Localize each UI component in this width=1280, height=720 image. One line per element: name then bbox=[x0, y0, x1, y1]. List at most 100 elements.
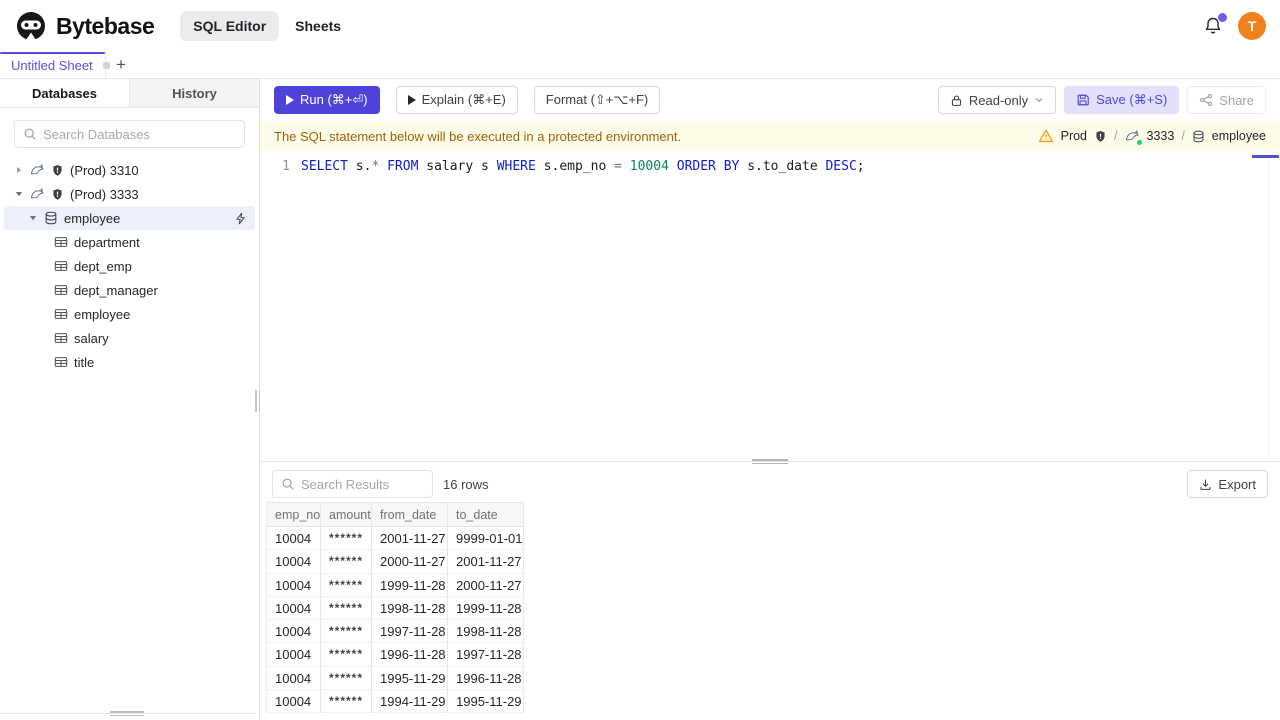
search-icon bbox=[281, 477, 295, 491]
save-button-label: Save (⌘+S) bbox=[1096, 92, 1168, 107]
table-label: title bbox=[74, 354, 95, 370]
table-row[interactable]: 10004 ****** 2001-11-27 9999-01-01 bbox=[267, 527, 524, 551]
caret-right-icon bbox=[14, 165, 24, 175]
readonly-mode-dropdown[interactable]: Read-only bbox=[937, 86, 1057, 114]
column-header: amount bbox=[321, 502, 372, 527]
table-label: department bbox=[74, 234, 140, 250]
table-label: salary bbox=[74, 330, 109, 346]
share-icon bbox=[1199, 93, 1213, 107]
sidebar: Databases History Search Databases (Prod… bbox=[0, 79, 260, 720]
cell-amount: ****** bbox=[321, 620, 372, 644]
play-icon bbox=[286, 95, 294, 105]
mysql-icon bbox=[30, 163, 45, 178]
cell-to-date: 1996-11-28 bbox=[448, 666, 524, 691]
cell-emp-no: 10004 bbox=[267, 643, 321, 667]
table-item-salary[interactable]: salary bbox=[4, 326, 255, 350]
instance-prod-3310[interactable]: (Prod) 3310 bbox=[4, 158, 255, 182]
sql-token: WHERE bbox=[496, 159, 536, 174]
tab-history[interactable]: History bbox=[130, 79, 259, 107]
table-row[interactable]: 10004 ****** 1996-11-28 1997-11-28 bbox=[267, 643, 524, 667]
table-row[interactable]: 10004 ****** 1998-11-28 1999-11-28 bbox=[267, 596, 524, 621]
cell-from-date: 1996-11-28 bbox=[372, 643, 448, 667]
editor-scrollbar[interactable] bbox=[1268, 151, 1280, 457]
sql-token: BY bbox=[723, 159, 740, 174]
table-icon bbox=[54, 235, 68, 249]
table-row[interactable]: 10004 ****** 1995-11-29 1996-11-28 bbox=[267, 666, 524, 691]
caret-down-icon bbox=[28, 213, 38, 223]
top-nav: SQL Editor Sheets bbox=[180, 11, 341, 41]
sql-token: DESC bbox=[825, 159, 857, 174]
table-item-department[interactable]: department bbox=[4, 230, 255, 254]
cell-from-date: 1997-11-28 bbox=[372, 620, 448, 644]
results-resize-handle[interactable] bbox=[260, 457, 1280, 466]
search-results-input[interactable] bbox=[301, 476, 424, 492]
editor-toolbar: Run (⌘+⏎) Explain (⌘+E) Format (⇧+⌥+F) R… bbox=[260, 79, 1280, 121]
column-header: from_date bbox=[372, 502, 448, 527]
table-label: dept_manager bbox=[74, 282, 158, 298]
table-row[interactable]: 10004 ****** 1999-11-28 2000-11-27 bbox=[267, 573, 524, 597]
format-button[interactable]: Format (⇧+⌥+F) bbox=[533, 86, 661, 114]
readonly-label: Read-only bbox=[968, 92, 1029, 108]
export-button[interactable]: Export bbox=[1187, 470, 1268, 498]
sql-token: salary s bbox=[418, 159, 497, 174]
new-sheet-button[interactable]: + bbox=[106, 52, 136, 78]
database-icon bbox=[44, 211, 58, 225]
nav-sheets[interactable]: Sheets bbox=[295, 18, 341, 34]
sidebar-tabs: Databases History bbox=[0, 79, 259, 108]
mysql-icon bbox=[30, 187, 45, 202]
line-number: 1 bbox=[282, 159, 290, 174]
instance-prod-3333[interactable]: (Prod) 3333 bbox=[4, 182, 255, 206]
shield-icon bbox=[51, 188, 64, 201]
tab-dirty-close-indicator[interactable] bbox=[102, 61, 110, 69]
table-item-dept-manager[interactable]: dept_manager bbox=[4, 278, 255, 302]
notification-dot bbox=[1218, 13, 1227, 22]
database-label[interactable]: employee bbox=[1212, 129, 1266, 143]
sql-token: = bbox=[614, 159, 622, 174]
cell-emp-no: 10004 bbox=[267, 573, 321, 597]
top-right-actions: T bbox=[1202, 12, 1266, 40]
table-item-title[interactable]: title bbox=[4, 350, 255, 374]
tab-untitled-sheet[interactable]: Untitled Sheet bbox=[0, 52, 110, 78]
share-button[interactable]: Share bbox=[1187, 86, 1266, 114]
sql-token: FROM bbox=[387, 159, 419, 174]
sql-token: ORDER bbox=[676, 159, 716, 174]
protected-environment-banner: The SQL statement below will be executed… bbox=[260, 121, 1280, 151]
table-icon bbox=[54, 355, 68, 369]
nav-sql-editor[interactable]: SQL Editor bbox=[180, 11, 280, 41]
database-tree: (Prod) 3310 (Prod) 3333 employee departm… bbox=[0, 156, 259, 376]
notification-bell-button[interactable] bbox=[1202, 13, 1227, 37]
sidebar-bottom-resize-handle[interactable] bbox=[110, 711, 144, 716]
cell-to-date: 1997-11-28 bbox=[448, 643, 524, 667]
environment-label[interactable]: Prod bbox=[1061, 129, 1087, 143]
cell-emp-no: 10004 bbox=[267, 596, 321, 621]
search-databases-input[interactable] bbox=[43, 126, 236, 142]
avatar[interactable]: T bbox=[1238, 12, 1266, 40]
table-row[interactable]: 10004 ****** 2000-11-27 2001-11-27 bbox=[267, 550, 524, 574]
results-search bbox=[272, 470, 433, 498]
sql-token: s.to_date bbox=[739, 159, 826, 174]
cell-amount: ****** bbox=[321, 573, 372, 597]
instance-label[interactable]: 3333 bbox=[1147, 129, 1175, 143]
table-row[interactable]: 10004 ****** 1994-11-29 1995-11-29 bbox=[267, 690, 524, 714]
explain-button[interactable]: Explain (⌘+E) bbox=[395, 86, 518, 114]
cell-amount: ****** bbox=[321, 527, 372, 551]
bytebase-logo[interactable]: Bytebase bbox=[14, 9, 155, 43]
run-button[interactable]: Run (⌘+⏎) bbox=[274, 86, 380, 114]
cell-from-date: 1994-11-29 bbox=[372, 690, 448, 714]
tab-databases[interactable]: Databases bbox=[0, 79, 130, 107]
table-row[interactable]: 10004 ****** 1997-11-28 1998-11-28 bbox=[267, 620, 524, 644]
cell-from-date: 1998-11-28 bbox=[372, 596, 448, 621]
database-employee[interactable]: employee bbox=[4, 206, 255, 230]
chevron-down-icon bbox=[1034, 95, 1044, 105]
connected-bolt-icon bbox=[234, 212, 247, 225]
save-button[interactable]: Save (⌘+S) bbox=[1064, 86, 1180, 114]
table-item-dept-emp[interactable]: dept_emp bbox=[4, 254, 255, 278]
sql-editor-area[interactable]: 1 SELECT s.* FROM salary s WHERE s.emp_n… bbox=[260, 151, 1280, 457]
cell-amount: ****** bbox=[321, 550, 372, 574]
download-icon bbox=[1199, 478, 1212, 491]
sidebar-resize-handle[interactable] bbox=[254, 390, 261, 412]
table-item-employee[interactable]: employee bbox=[4, 302, 255, 326]
mysql-icon bbox=[1125, 129, 1142, 145]
